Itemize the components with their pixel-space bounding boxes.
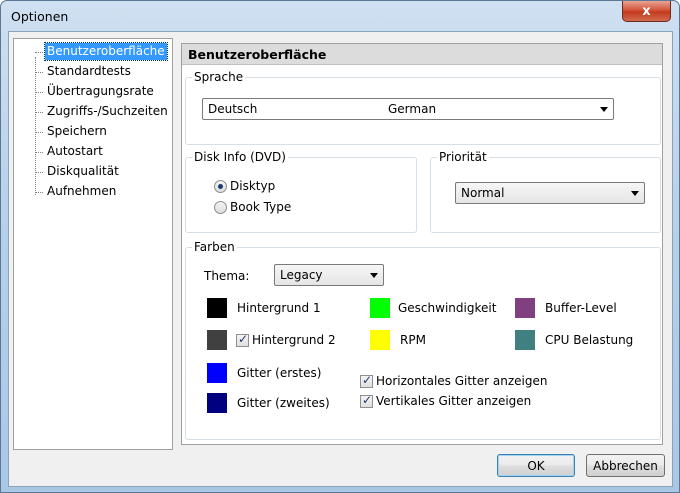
chevron-down-icon — [600, 107, 608, 112]
theme-label: Thema: — [204, 269, 250, 283]
disk-info-group-label: Disk Info (DVD) — [192, 150, 288, 164]
tree-item-label: Autostart — [47, 144, 103, 158]
color-swatch-buffer-level[interactable] — [515, 298, 535, 318]
language-select[interactable]: Deutsch German — [202, 98, 614, 120]
color-label-hintergrund-2: Hintergrund 2 — [252, 333, 336, 347]
color-label-geschwindigkeit: Geschwindigkeit — [398, 301, 497, 315]
color-swatch-gitter-erstes[interactable] — [207, 363, 227, 383]
priority-value: Normal — [461, 186, 505, 200]
tree-branch — [35, 132, 43, 133]
color-swatch-geschwindigkeit[interactable] — [370, 298, 390, 318]
checkbox[interactable] — [236, 332, 249, 347]
chevron-down-icon — [631, 191, 639, 196]
checkbox-label: Horizontales Gitter anzeigen — [376, 374, 548, 388]
panel-title: Benutzeroberfläche — [182, 44, 662, 65]
theme-select[interactable]: Legacy — [274, 264, 384, 286]
tree-item-label: Benutzeroberfläche — [44, 42, 168, 61]
tree-branch — [35, 72, 43, 73]
color-label-rpm: RPM — [400, 333, 426, 347]
tree-branch — [35, 112, 43, 113]
checkbox[interactable] — [360, 393, 373, 408]
color-swatch-gitter-zweites[interactable] — [207, 393, 227, 413]
options-dialog: Optionen x Benutzeroberfläche Standardte… — [0, 0, 680, 493]
color-swatch-hintergrund-1[interactable] — [207, 298, 227, 318]
tree-branch — [35, 172, 43, 173]
language-group-label: Sprache — [192, 70, 246, 84]
priority-select[interactable]: Normal — [455, 182, 645, 204]
tree-item-label: Speichern — [47, 124, 107, 138]
language-value-english: German — [388, 102, 437, 116]
checkbox[interactable] — [360, 373, 373, 388]
color-label-buffer-level: Buffer-Level — [545, 301, 617, 315]
tree-item-label: Zugriffs-/Suchzeiten — [47, 104, 168, 118]
tree-item-label: Standardtests — [47, 64, 131, 78]
tree-connector-line — [35, 57, 36, 195]
color-swatch-rpm[interactable] — [370, 330, 390, 350]
tree-branch — [35, 192, 43, 193]
color-label-gitter-erstes: Gitter (erstes) — [237, 366, 322, 380]
theme-value: Legacy — [280, 268, 323, 282]
settings-panel: Benutzeroberfläche Sprache Deutsch Germa… — [181, 43, 663, 445]
radio-button[interactable] — [214, 180, 227, 193]
language-value: Deutsch — [208, 102, 258, 116]
colors-group: Farben Thema: Legacy Hintergrund 1 Hinte… — [185, 240, 661, 440]
color-label-cpu-belastung: CPU Belastung — [545, 333, 634, 347]
ok-button[interactable]: OK — [497, 454, 575, 477]
window-title: Optionen — [11, 9, 69, 24]
tree-item-label: Aufnehmen — [47, 184, 117, 198]
priority-group-label: Priorität — [437, 150, 489, 164]
cancel-button[interactable]: Abbrechen — [586, 454, 665, 477]
radio-label: Book Type — [230, 200, 292, 214]
close-icon: x — [642, 3, 651, 19]
radio-button[interactable] — [214, 201, 227, 214]
color-swatch-cpu-belastung[interactable] — [515, 330, 535, 350]
category-tree: Benutzeroberfläche Standardtests Übertra… — [13, 38, 173, 450]
tree-branch — [35, 92, 43, 93]
close-button[interactable]: x — [622, 1, 671, 22]
tree-branch — [35, 152, 43, 153]
radio-label: Disktyp — [230, 179, 276, 193]
tree-item-label: Diskqualität — [47, 164, 119, 178]
tree-item-label: Übertragungsrate — [47, 84, 154, 98]
color-label-gitter-zweites: Gitter (zweites) — [237, 396, 330, 410]
tree-branch — [35, 52, 43, 53]
chevron-down-icon — [370, 273, 378, 278]
dialog-client-area: Benutzeroberfläche Standardtests Übertra… — [8, 31, 673, 487]
color-swatch-hintergrund-2[interactable] — [207, 330, 227, 350]
color-label-hintergrund-1: Hintergrund 1 — [237, 301, 321, 315]
colors-group-label: Farben — [192, 240, 237, 254]
priority-group: Priorität Normal — [430, 150, 661, 233]
checkbox-label: Vertikales Gitter anzeigen — [376, 394, 532, 408]
disk-info-group: Disk Info (DVD) Disktyp Book Type — [185, 150, 417, 233]
language-group: Sprache Deutsch German — [185, 70, 661, 145]
